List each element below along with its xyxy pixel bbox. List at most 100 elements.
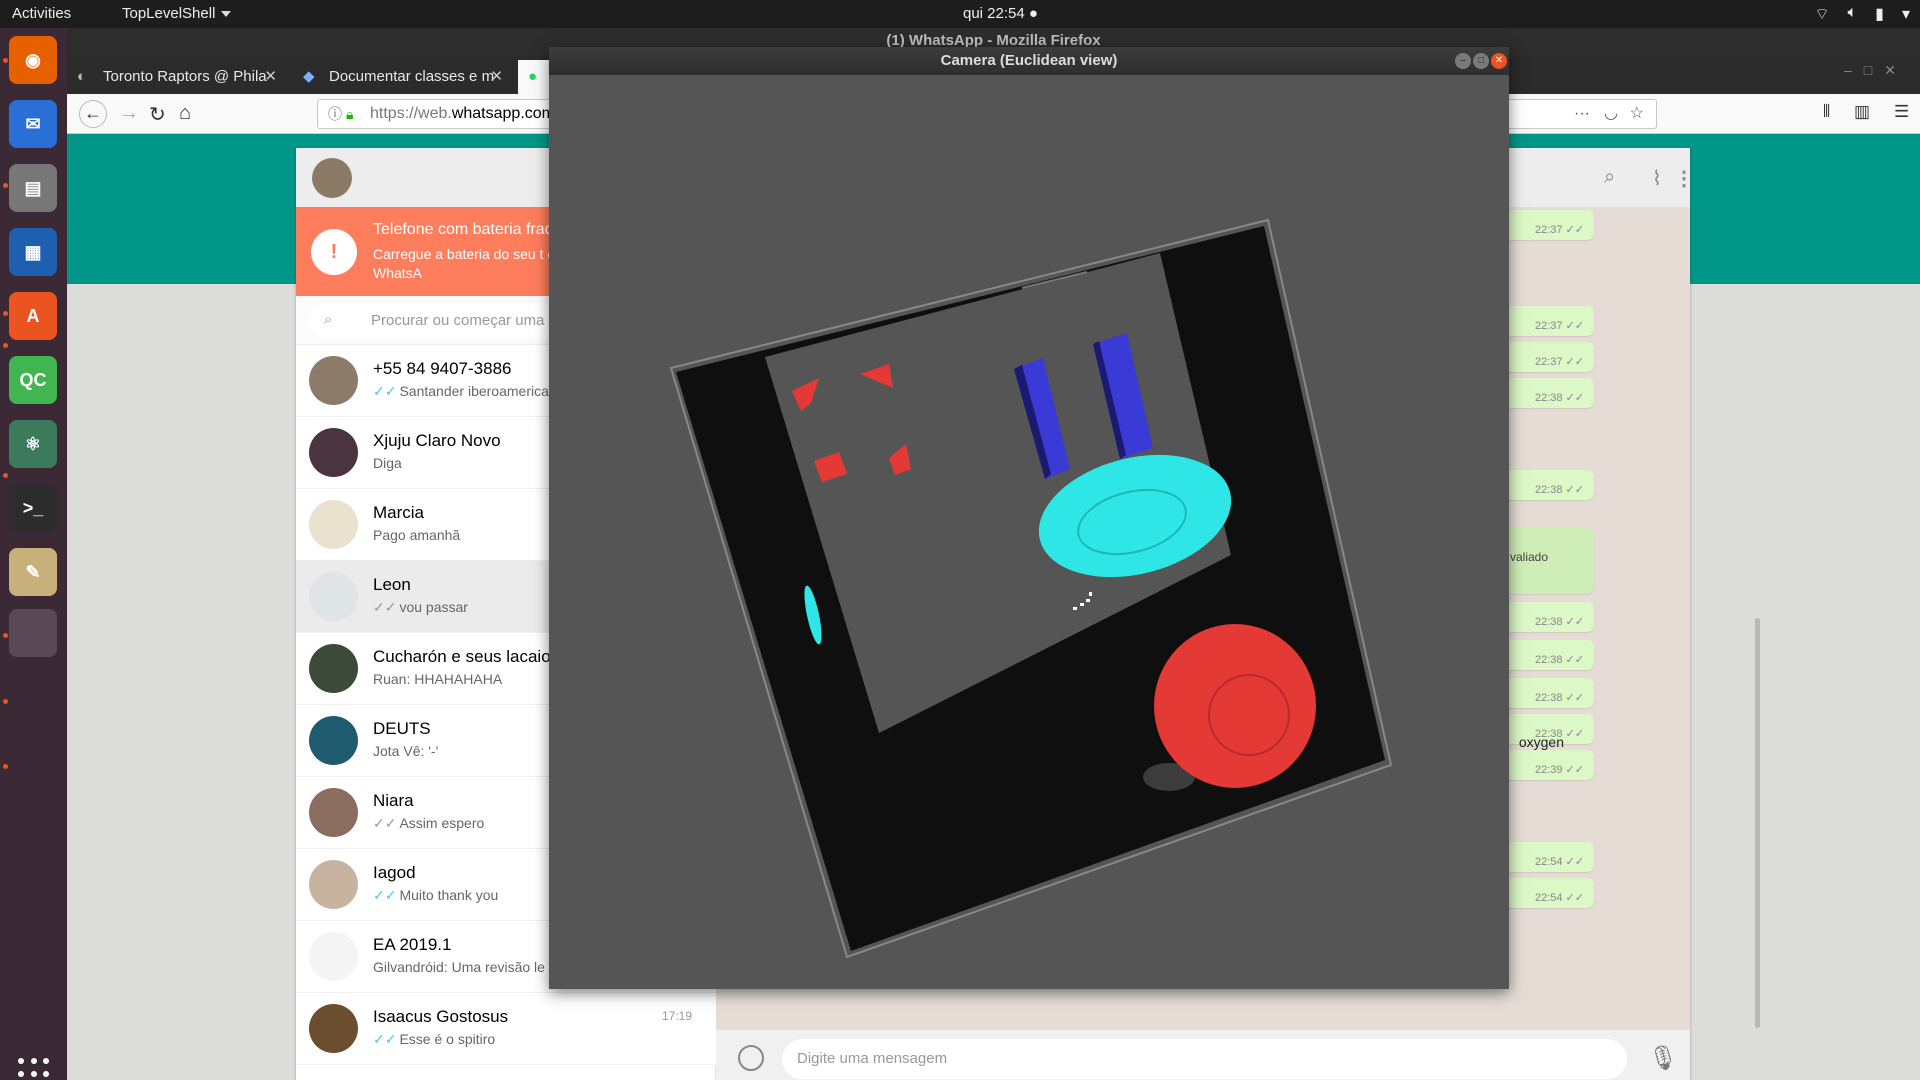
- search-icon[interactable]: ⌕: [1604, 166, 1615, 189]
- read-receipt-icon: ✓✓: [373, 383, 397, 399]
- minimize-button[interactable]: –: [1455, 53, 1471, 69]
- euclidean-view-canvas[interactable]: [549, 75, 1509, 989]
- text-editor-icon[interactable]: ✎: [9, 548, 57, 596]
- back-button[interactable]: ←: [79, 100, 107, 128]
- avatar: [309, 500, 358, 549]
- chat-last-message-text: Santander iberoamerican: [399, 383, 557, 399]
- read-receipt-icon: ✓✓: [373, 599, 397, 615]
- atom-icon[interactable]: ⚛: [9, 420, 57, 468]
- bookmark-star-icon[interactable]: ☆: [1630, 100, 1644, 128]
- writer-icon[interactable]: ▦: [9, 228, 57, 276]
- message-bubble[interactable]: 22:38 ✓✓: [1504, 378, 1594, 408]
- message-input[interactable]: Digite uma mensagem: [782, 1039, 1627, 1079]
- message-bubble[interactable]: 22:37 ✓✓: [1504, 342, 1594, 372]
- search-icon: ⌕: [324, 311, 333, 328]
- more-options-icon[interactable]: ⋮: [1674, 166, 1694, 191]
- running-indicator: [3, 311, 8, 316]
- red-sphere: [1154, 624, 1316, 788]
- app-menu[interactable]: TopLevelShell: [122, 5, 232, 22]
- reload-button[interactable]: ↻: [149, 102, 166, 127]
- app-menu-label: TopLevelShell: [122, 5, 216, 22]
- emoji-icon[interactable]: [738, 1045, 764, 1071]
- chat-name: Cucharón e seus lacaio: [373, 647, 551, 666]
- qtcreator-icon[interactable]: QC: [9, 356, 57, 404]
- forward-button[interactable]: →: [119, 102, 139, 125]
- chat-last-message: ✓✓ Assim espero: [373, 815, 484, 832]
- message-bubble[interactable]: 22:54 ✓✓: [1504, 878, 1594, 908]
- avatar: [309, 428, 358, 477]
- avatar: [309, 788, 358, 837]
- chat-last-message-text: Ruan: HHAHAHAHA: [373, 671, 503, 687]
- thunderbird-icon[interactable]: ✉: [9, 100, 57, 148]
- chat-name: Marcia: [373, 503, 425, 522]
- chat-last-message-text: vou passar: [399, 599, 468, 615]
- message-bubble[interactable]: 22:54 ✓✓: [1504, 842, 1594, 872]
- active-app-icon[interactable]: [9, 609, 57, 657]
- close-icon[interactable]: ✕: [490, 60, 503, 94]
- chat-name: Iagod: [373, 863, 416, 882]
- system-tray[interactable]: ⌔ 🔈︎ ▮ ▾: [1815, 4, 1911, 24]
- clock[interactable]: qui 22:54 ●: [963, 5, 1038, 22]
- chat-last-message-text: Esse é o spitiro: [399, 1031, 496, 1047]
- avatar[interactable]: [312, 158, 352, 198]
- message-text: oxygen: [1518, 734, 1564, 750]
- home-button[interactable]: ⌂: [179, 102, 191, 125]
- chat-list-item[interactable]: Isaacus Gostosus ✓✓ Esse é o spitiro 17:19: [296, 993, 716, 1065]
- chat-name: DEUTS: [373, 719, 431, 738]
- sidebar-icon[interactable]: ▥: [1854, 102, 1870, 122]
- attach-icon[interactable]: ⌇: [1652, 166, 1662, 191]
- chat-last-message-text: Muito thank you: [399, 887, 499, 903]
- files-icon[interactable]: ▤: [9, 164, 57, 212]
- library-icon[interactable]: ⫴: [1823, 102, 1830, 122]
- whatsapp-icon: ●: [528, 68, 538, 85]
- message-bubble[interactable]: 22:38 ✓✓: [1504, 470, 1594, 500]
- chat-last-message-text: Pago amanhã: [373, 527, 461, 543]
- chat-name: Isaacus Gostosus: [373, 1007, 509, 1026]
- message-bubble[interactable]: 22:38 ✓✓: [1504, 602, 1594, 632]
- software-icon[interactable]: A: [9, 292, 57, 340]
- chat-name: EA 2019.1: [373, 935, 452, 954]
- running-indicator: [3, 633, 8, 638]
- chat-last-message-text: Gilvandróid: Uma revisão le: [373, 959, 545, 975]
- message-bubble[interactable]: 22:38 ✓✓: [1504, 678, 1594, 708]
- search-placeholder: Procurar ou começar uma n: [371, 312, 557, 329]
- running-indicator: [3, 473, 8, 478]
- avatar: [309, 932, 358, 981]
- chat-last-message: ✓✓ Muito thank you: [373, 887, 498, 904]
- url-prefix: https://web.: [370, 105, 452, 122]
- window-controls[interactable]: –□✕: [1844, 62, 1908, 79]
- message-text: valiado: [1510, 550, 1549, 564]
- running-indicator: [3, 764, 8, 769]
- chat-last-message: Pago amanhã: [373, 527, 460, 543]
- scrollbar[interactable]: [1755, 618, 1760, 1028]
- message-bubble-quoted[interactable]: valiado: [1504, 528, 1594, 594]
- maximize-button[interactable]: □: [1473, 53, 1489, 69]
- page-actions-icon[interactable]: ···: [1574, 100, 1590, 128]
- menu-icon[interactable]: ☰: [1894, 102, 1909, 122]
- tab-toronto[interactable]: ◐ Toronto Raptors @ Phila ✕: [67, 60, 285, 94]
- activities-button[interactable]: Activities: [12, 5, 71, 22]
- firefox-icon[interactable]: ◉: [9, 36, 57, 84]
- battery-warning-title: Telefone com bateria frac: [373, 221, 553, 238]
- tab-documentar[interactable]: ◆ Documentar classes e m ✕: [293, 60, 511, 94]
- chat-name: Leon: [373, 575, 411, 594]
- chat-last-message-text: Assim espero: [399, 815, 485, 831]
- chat-last-message: Diga: [373, 455, 402, 471]
- running-indicator: [3, 343, 8, 348]
- volume-icon: 🔈︎: [1847, 4, 1858, 21]
- message-bubble[interactable]: 22:37 ✓✓: [1504, 210, 1594, 240]
- pocket-icon[interactable]: ◡: [1604, 100, 1618, 128]
- close-icon[interactable]: ✕: [264, 60, 277, 94]
- message-bubble[interactable]: 22:39 ✓✓: [1504, 750, 1594, 780]
- terminal-icon[interactable]: >_: [9, 484, 57, 532]
- avatar: [309, 644, 358, 693]
- show-applications-icon[interactable]: [18, 1058, 50, 1080]
- chat-last-message: Jota Vê: '-': [373, 743, 438, 759]
- microphone-icon[interactable]: 🎙︎: [1648, 1044, 1678, 1073]
- close-button[interactable]: ✕: [1491, 53, 1507, 69]
- chat-last-message-text: Diga: [373, 455, 402, 471]
- tab-label: Documentar classes e m: [329, 68, 495, 85]
- message-bubble[interactable]: 22:38 ✓✓: [1504, 640, 1594, 670]
- compose-bar: Digite uma mensagem 🎙︎: [716, 1030, 1690, 1080]
- message-bubble[interactable]: 22:37 ✓✓: [1504, 306, 1594, 336]
